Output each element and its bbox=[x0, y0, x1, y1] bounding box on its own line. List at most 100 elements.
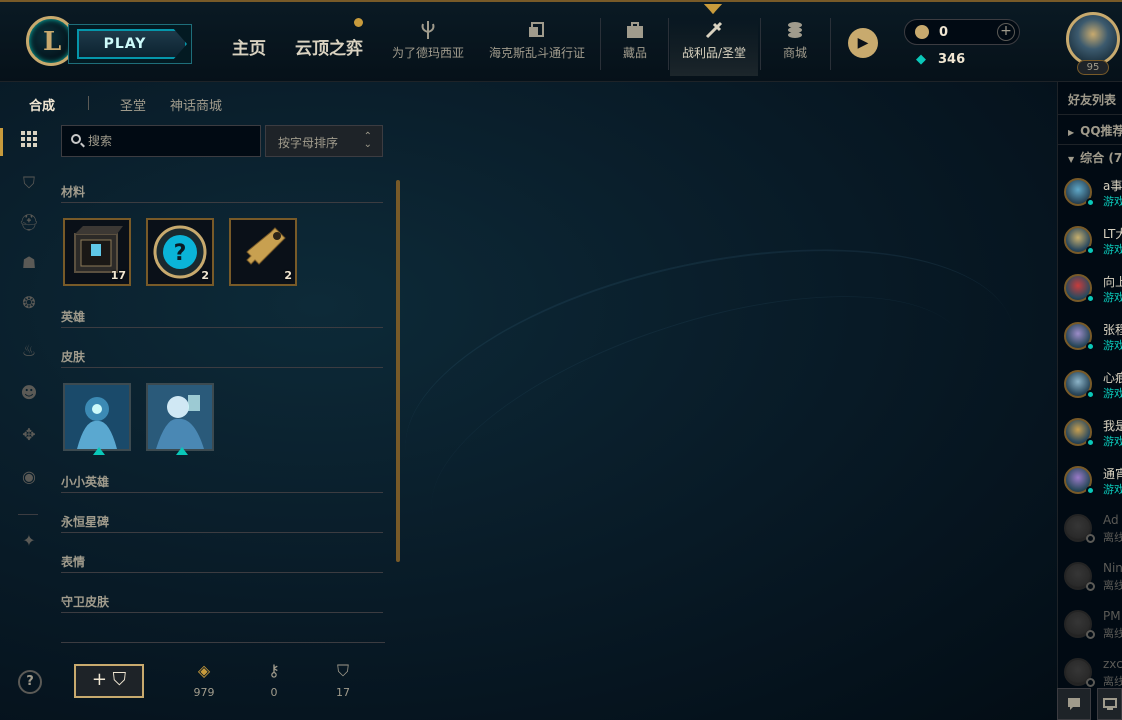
friend-name: 通宵 bbox=[1103, 467, 1122, 481]
section-eternals[interactable]: 永恒星碑 bbox=[61, 513, 109, 530]
section-emotes[interactable]: 表情 bbox=[61, 553, 85, 570]
orange-essence-value: 979 bbox=[193, 686, 215, 699]
friend-status: 游戏 bbox=[1103, 243, 1122, 256]
status-dot-icon bbox=[1086, 630, 1095, 639]
nav-tft[interactable]: 云顶之弈 bbox=[295, 34, 363, 59]
section-skins[interactable]: 皮肤 bbox=[61, 348, 85, 365]
nav-divider bbox=[600, 18, 601, 70]
group-general[interactable]: ▼ 综合 (7 bbox=[1068, 149, 1122, 166]
nav-divider bbox=[668, 18, 669, 70]
section-divider bbox=[61, 572, 383, 573]
nav-demacia-label: 为了德玛西亚 bbox=[391, 46, 464, 60]
nav-demacia[interactable]: 为了德玛西亚 bbox=[388, 20, 468, 76]
section-tacticians[interactable]: 小小英雄 bbox=[61, 473, 109, 490]
loot-tile-skin[interactable] bbox=[146, 383, 214, 455]
search-input[interactable] bbox=[88, 132, 256, 150]
friend-row[interactable]: Nin 离线 bbox=[1064, 558, 1122, 598]
chat-button[interactable] bbox=[1057, 688, 1091, 720]
filter-ward-icon[interactable]: ✥ bbox=[18, 424, 40, 446]
loot-tile-key[interactable]: 2 bbox=[229, 218, 297, 286]
friend-status: 离线 bbox=[1103, 531, 1122, 544]
inventory-scrollbar[interactable] bbox=[396, 180, 400, 562]
key-value: 0 bbox=[270, 686, 278, 699]
play-button[interactable]: PLAY bbox=[68, 24, 192, 64]
nav-divider bbox=[830, 18, 831, 70]
friend-row[interactable]: a事游戏 bbox=[1064, 174, 1122, 214]
tab-sanctum[interactable]: 圣堂 bbox=[120, 95, 146, 114]
profile-avatar[interactable]: 95 bbox=[1064, 12, 1122, 75]
friend-row[interactable]: 我是 游戏 bbox=[1064, 414, 1122, 454]
nav-home[interactable]: 主页 bbox=[232, 34, 266, 59]
filter-emote-icon[interactable]: ☻ bbox=[18, 382, 40, 404]
friend-row[interactable]: 通宵 游戏 bbox=[1064, 462, 1122, 502]
loot-tile-orb[interactable]: ? 2 bbox=[146, 218, 214, 286]
friend-status: 游戏 bbox=[1103, 195, 1122, 208]
group-qq-recommend[interactable]: ▶ QQ推荐 bbox=[1068, 122, 1122, 139]
filter-chest-icon[interactable]: ⛉ bbox=[18, 172, 40, 194]
loot-icon bbox=[705, 21, 723, 39]
sort-dropdown[interactable]: 按字母排序 ⌃ ⌄ bbox=[265, 125, 383, 157]
search-icon bbox=[71, 134, 81, 144]
filter-all-icon[interactable] bbox=[18, 130, 40, 152]
nav-store[interactable]: 商城 bbox=[774, 20, 816, 76]
section-divider bbox=[61, 612, 383, 613]
friend-row[interactable]: 向上 游戏 bbox=[1064, 270, 1122, 310]
skin-art-icon bbox=[148, 385, 212, 449]
rail-divider bbox=[18, 514, 38, 515]
screen-button[interactable] bbox=[1097, 688, 1122, 720]
friend-status: 游戏 bbox=[1103, 435, 1122, 448]
friend-row[interactable]: 心痕 游戏 bbox=[1064, 366, 1122, 406]
filter-champion-icon[interactable]: ⛑ bbox=[18, 212, 40, 234]
play-button-label: PLAY bbox=[77, 29, 187, 59]
add-rp-button[interactable]: + bbox=[997, 23, 1015, 41]
status-dot-icon bbox=[1086, 486, 1095, 495]
chevron-down-icon: ▼ bbox=[1068, 155, 1075, 164]
friends-divider bbox=[1058, 144, 1122, 145]
filter-tactician-icon[interactable]: ❂ bbox=[18, 292, 40, 314]
tab-mythic-shop[interactable]: 神话商城 bbox=[170, 95, 222, 114]
filter-eternals-icon[interactable]: ♨ bbox=[18, 340, 40, 362]
friend-name: a事 bbox=[1103, 179, 1122, 193]
chat-icon bbox=[1068, 698, 1080, 710]
help-button[interactable]: ? bbox=[18, 670, 42, 694]
friend-row[interactable]: Ad 离线 bbox=[1064, 510, 1122, 550]
nav-collection[interactable]: 藏品 bbox=[614, 20, 656, 76]
section-divider bbox=[61, 532, 383, 533]
section-champions[interactable]: 英雄 bbox=[61, 308, 85, 325]
tab-craft[interactable]: 合成 bbox=[29, 95, 55, 114]
status-dot-icon bbox=[1086, 438, 1095, 447]
orange-essence-counter: ◈ 979 bbox=[184, 660, 224, 699]
nav-hextech-pass[interactable]: 海克斯乱斗通行证 bbox=[486, 20, 588, 76]
nav-loot[interactable]: 战利品/圣堂 bbox=[670, 20, 758, 76]
friend-name: 张程 bbox=[1103, 323, 1122, 337]
friend-row[interactable]: LT大 游戏 bbox=[1064, 222, 1122, 262]
filter-other-icon[interactable]: ✦ bbox=[18, 530, 40, 552]
chevron-right-icon: ▶ bbox=[1068, 128, 1075, 137]
loot-count: 17 bbox=[110, 269, 126, 282]
friends-title: 好友列表 bbox=[1068, 93, 1117, 107]
friend-name: 我是 bbox=[1103, 419, 1122, 433]
demacia-icon bbox=[421, 21, 435, 39]
chevron-updown-icon: ⌃ ⌄ bbox=[363, 131, 372, 150]
riot-points-store-icon[interactable]: ▶ bbox=[848, 28, 878, 58]
skin-rarity-marker bbox=[93, 447, 105, 455]
loot-tile-chest[interactable]: 17 bbox=[63, 218, 131, 286]
section-materials[interactable]: 材料 bbox=[61, 183, 85, 200]
filter-skin-icon[interactable]: ☗ bbox=[18, 252, 40, 274]
status-dot-icon bbox=[1086, 342, 1095, 351]
filter-icon-icon[interactable]: ◉ bbox=[18, 466, 40, 488]
craft-key-button[interactable]: + ⛉ bbox=[74, 664, 144, 698]
section-ward-skins[interactable]: 守卫皮肤 bbox=[61, 593, 109, 610]
avatar bbox=[1066, 12, 1120, 66]
top-nav-bar: L PLAY 主页 云顶之弈 为了德玛西亚 海克斯乱斗通行证 藏品 战利品/圣堂… bbox=[0, 0, 1122, 82]
hextech-pass-icon bbox=[529, 22, 544, 37]
friend-status: 游戏 bbox=[1103, 483, 1122, 496]
nav-divider bbox=[760, 18, 761, 70]
loot-tile-skin[interactable] bbox=[63, 383, 131, 455]
friend-row[interactable]: 张程 游戏 bbox=[1064, 318, 1122, 358]
collection-icon bbox=[627, 22, 643, 38]
key-icon: ⚷ bbox=[268, 661, 280, 680]
loot-count: 2 bbox=[201, 269, 209, 282]
friend-row[interactable]: PM 离线 bbox=[1064, 606, 1122, 646]
friend-status: 游戏 bbox=[1103, 339, 1122, 352]
